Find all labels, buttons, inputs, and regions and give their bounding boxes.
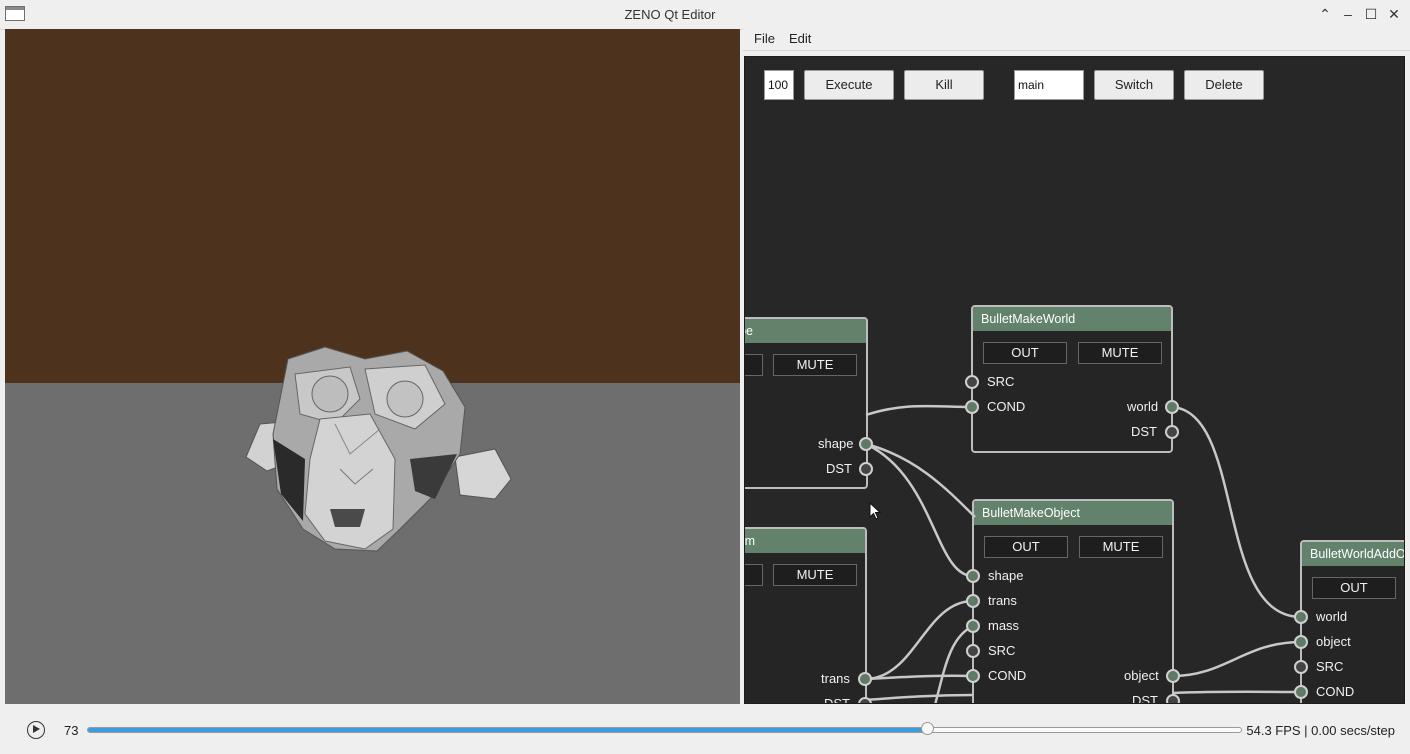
port-label: DST [826, 461, 852, 476]
input-socket-trans[interactable] [966, 594, 980, 608]
output-socket-dst[interactable] [1165, 425, 1179, 439]
input-socket-cond[interactable] [966, 669, 980, 683]
port-label: SRC [987, 374, 1015, 389]
port-label: DST [1132, 693, 1158, 704]
output-socket-dst[interactable] [859, 462, 873, 476]
node-editor[interactable]: 100 Execute Kill main Switch Delete Bull… [744, 56, 1405, 704]
port-label: shape [818, 436, 854, 451]
maximize-icon[interactable]: ☐ [1362, 5, 1380, 23]
port-label: COND [1316, 684, 1355, 699]
title-bar: ZENO Qt Editor ⌃ – ☐ ✕ [0, 0, 1410, 30]
output-socket-dst[interactable] [858, 697, 872, 703]
play-icon[interactable] [27, 721, 45, 739]
output-socket-shape[interactable] [859, 437, 873, 451]
menu-bar: File Edit [743, 29, 1410, 51]
socket-layer: shape DST SRC COND world DST shape trans… [745, 57, 1404, 703]
3d-viewport[interactable] [5, 29, 740, 704]
output-socket-dst[interactable] [1166, 694, 1180, 703]
input-socket-cond[interactable] [965, 400, 979, 414]
input-socket-src[interactable] [1294, 660, 1308, 674]
port-label: SRC [988, 643, 1016, 658]
input-socket-shape[interactable] [966, 569, 980, 583]
timeline-bar: 73 54.3 FPS | 0.00 secs/step [0, 705, 1410, 754]
timeline-slider-handle[interactable] [920, 722, 934, 735]
input-socket-world[interactable] [1294, 610, 1308, 624]
monkey-mesh-render [245, 346, 512, 552]
close-icon[interactable]: ✕ [1385, 5, 1403, 23]
menu-edit[interactable]: Edit [789, 31, 811, 46]
menu-file[interactable]: File [754, 31, 775, 46]
input-socket-src[interactable] [966, 644, 980, 658]
window-title: ZENO Qt Editor [624, 7, 716, 22]
input-socket-object[interactable] [1294, 635, 1308, 649]
port-label: DST [824, 696, 850, 704]
port-label: mass [988, 618, 1020, 633]
port-label: COND [987, 399, 1026, 414]
fps-readout: 54.3 FPS | 0.00 secs/step [1246, 723, 1395, 738]
port-label: trans [821, 671, 850, 686]
output-socket-trans[interactable] [858, 672, 872, 686]
port-label: DST [1131, 424, 1157, 439]
input-socket-cond[interactable] [1294, 685, 1308, 699]
port-label: world [1127, 399, 1159, 414]
input-socket-src[interactable] [965, 375, 979, 389]
mouse-cursor-icon [869, 502, 882, 520]
timeline-slider[interactable] [87, 727, 1242, 733]
port-label: COND [988, 668, 1027, 683]
port-label: SRC [1316, 659, 1344, 674]
input-socket-mass[interactable] [966, 619, 980, 633]
shade-icon[interactable]: ⌃ [1316, 5, 1334, 23]
port-label: trans [988, 593, 1017, 608]
port-label: object [1316, 634, 1351, 649]
port-label: world [1316, 609, 1348, 624]
minimize-icon[interactable]: – [1339, 5, 1357, 23]
output-socket-world[interactable] [1165, 400, 1179, 414]
port-label: shape [988, 568, 1024, 583]
output-socket-object[interactable] [1166, 669, 1180, 683]
timeline-progress [88, 728, 927, 732]
frame-counter: 73 [64, 723, 79, 738]
port-label: object [1124, 668, 1159, 683]
